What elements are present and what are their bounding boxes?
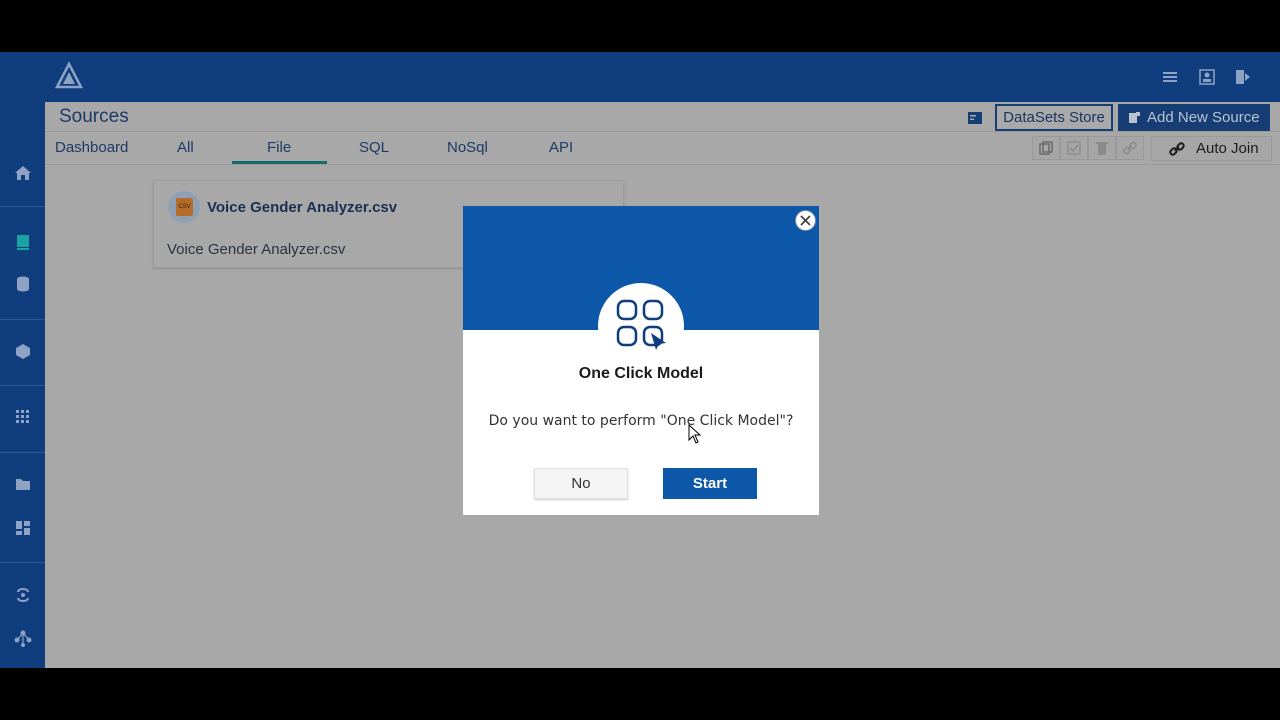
page-header: Sources DataSets Store Add New Source bbox=[45, 102, 1280, 132]
link-icon bbox=[1123, 141, 1137, 155]
folder-icon[interactable] bbox=[14, 475, 32, 493]
cube-icon[interactable] bbox=[14, 342, 32, 360]
dialog-icon-circle bbox=[598, 283, 684, 369]
tab-all[interactable]: All bbox=[177, 139, 194, 156]
check-button[interactable] bbox=[1060, 136, 1088, 160]
home-icon[interactable] bbox=[14, 164, 32, 182]
start-button[interactable]: Start bbox=[663, 468, 757, 499]
active-tab-indicator bbox=[232, 161, 327, 164]
dashboard-icon[interactable] bbox=[14, 519, 32, 537]
csv-badge-text: CSV bbox=[176, 198, 193, 216]
logo-icon[interactable] bbox=[54, 61, 84, 91]
auto-join-label: Auto Join bbox=[1196, 140, 1259, 157]
no-button[interactable]: No bbox=[534, 468, 628, 499]
datasets-store-button[interactable]: DataSets Store bbox=[995, 104, 1113, 131]
tabs-bar: Dashboard All File SQL NoSql API Auto Jo… bbox=[45, 133, 1280, 165]
add-source-icon bbox=[1129, 112, 1140, 123]
tab-sql[interactable]: SQL bbox=[359, 139, 389, 156]
list-icon[interactable] bbox=[1161, 68, 1179, 86]
add-new-source-label: Add New Source bbox=[1147, 109, 1260, 126]
top-bar bbox=[0, 52, 1280, 102]
grid-icon[interactable] bbox=[14, 408, 32, 426]
dialog-title: One Click Model bbox=[578, 365, 704, 382]
tab-api[interactable]: API bbox=[549, 139, 573, 156]
copy-button[interactable] bbox=[1032, 136, 1060, 160]
link-button[interactable] bbox=[1116, 136, 1144, 160]
trash-icon bbox=[1096, 142, 1108, 155]
flow-icon[interactable] bbox=[14, 586, 32, 604]
add-new-source-button[interactable]: Add New Source bbox=[1118, 104, 1270, 131]
close-button[interactable] bbox=[795, 210, 816, 231]
dialog-message: Do you want to perform "One Click Model"… bbox=[488, 413, 794, 429]
csv-file-icon: CSV bbox=[168, 191, 200, 223]
source-card-subtitle: Voice Gender Analyzer.csv bbox=[167, 241, 346, 258]
network-icon[interactable] bbox=[14, 629, 32, 647]
user-icon[interactable] bbox=[1198, 68, 1216, 86]
logout-icon[interactable] bbox=[1234, 68, 1252, 86]
delete-button[interactable] bbox=[1088, 136, 1116, 160]
tab-dashboard[interactable]: Dashboard bbox=[55, 139, 128, 156]
auto-join-button[interactable]: Auto Join bbox=[1151, 136, 1272, 161]
tab-file[interactable]: File bbox=[267, 139, 291, 156]
model-grid-icon bbox=[616, 299, 666, 350]
copy-icon bbox=[1039, 141, 1053, 155]
source-card-title[interactable]: Voice Gender Analyzer.csv bbox=[207, 199, 397, 216]
tab-nosql[interactable]: NoSql bbox=[447, 139, 488, 156]
store-icon[interactable] bbox=[967, 111, 983, 125]
database-icon[interactable] bbox=[14, 275, 32, 293]
link-icon bbox=[1169, 142, 1185, 156]
check-icon bbox=[1067, 141, 1081, 155]
one-click-model-dialog: One Click Model Do you want to perform "… bbox=[463, 206, 819, 515]
sidebar bbox=[0, 102, 45, 668]
page-title: Sources bbox=[59, 106, 129, 127]
book-icon[interactable] bbox=[14, 233, 32, 251]
mouse-cursor-icon bbox=[688, 424, 702, 444]
close-icon bbox=[800, 215, 811, 226]
